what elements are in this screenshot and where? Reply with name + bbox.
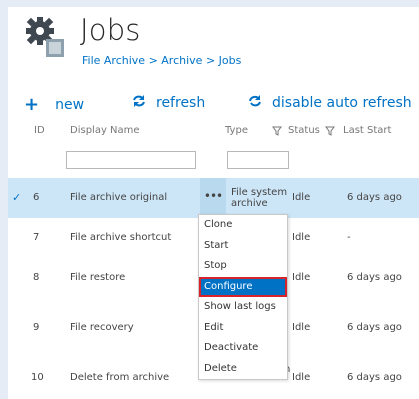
breadcrumb-archive[interactable]: Archive: [161, 54, 202, 67]
pause-refresh-icon: [248, 94, 262, 112]
row-display-name[interactable]: File archive shortcut: [70, 232, 171, 243]
refresh-icon: [132, 94, 146, 112]
menu-item-stop[interactable]: Stop: [199, 256, 287, 277]
menu-item-start[interactable]: Start: [199, 236, 287, 257]
disable-auto-refresh-label: disable auto refresh: [272, 95, 412, 111]
row-display-name[interactable]: Delete from archive: [70, 372, 169, 383]
funnel-icon[interactable]: [325, 126, 335, 136]
display-name-filter-input[interactable]: [66, 151, 196, 169]
table-row[interactable]: ✓ 6 File archive original ••• File syste…: [8, 178, 419, 218]
row-menu-button[interactable]: •••: [200, 178, 226, 218]
type-filter-input[interactable]: [227, 151, 289, 169]
row-display-name[interactable]: File archive original: [70, 192, 167, 203]
menu-item-configure[interactable]: Configure: [199, 276, 287, 297]
row-type: File system archive: [231, 187, 288, 209]
row-display-name[interactable]: File restore: [70, 272, 125, 283]
breadcrumb: File Archive > Archive > Jobs: [82, 54, 241, 67]
page-header: Jobs File Archive > Archive > Jobs: [22, 13, 419, 75]
row-last-start: 6 days ago: [347, 272, 402, 283]
row-status: Idle: [292, 372, 311, 383]
row-display-name[interactable]: File recovery: [70, 322, 134, 333]
plus-icon: +: [24, 94, 40, 115]
column-header-display-name[interactable]: Display Name: [70, 125, 140, 136]
row-status: Idle: [292, 232, 311, 243]
menu-item-show-last-logs[interactable]: Show last logs: [199, 297, 287, 318]
checkmark-icon: ✓: [12, 191, 22, 204]
refresh-button[interactable]: refresh: [132, 94, 205, 112]
disable-auto-refresh-button[interactable]: disable auto refresh: [248, 94, 412, 112]
row-last-start: 6 days ago: [347, 322, 402, 333]
new-label: new: [55, 96, 85, 113]
column-header-last-start[interactable]: Last Start: [343, 125, 391, 136]
toolbar: + new refresh disable auto refresh: [24, 94, 419, 116]
breadcrumb-file-archive[interactable]: File Archive: [82, 54, 145, 67]
breadcrumb-separator: >: [205, 54, 216, 67]
row-status: Idle: [292, 322, 311, 333]
breadcrumb-separator: >: [148, 54, 158, 67]
column-header-type[interactable]: Type: [225, 125, 248, 136]
row-last-start: 6 days ago: [347, 192, 402, 203]
funnel-icon[interactable]: [272, 126, 282, 136]
page-title: Jobs: [80, 13, 141, 47]
jobs-page: Jobs File Archive > Archive > Jobs + new…: [0, 0, 419, 399]
menu-item-edit[interactable]: Edit: [199, 318, 287, 339]
row-status: Idle: [292, 272, 311, 283]
refresh-label: refresh: [156, 95, 206, 111]
row-id: 10: [31, 372, 44, 383]
breadcrumb-jobs: Jobs: [218, 54, 242, 67]
row-id: 8: [33, 272, 40, 283]
row-status: Idle: [292, 192, 311, 203]
column-header-id[interactable]: ID: [34, 125, 45, 136]
row-id: 6: [33, 192, 40, 203]
row-context-menu: Clone Start Stop Configure Show last log…: [198, 214, 288, 380]
gear-icon: [26, 17, 64, 57]
new-button[interactable]: + new: [24, 94, 84, 115]
row-id: 7: [33, 232, 40, 243]
column-header-status[interactable]: Status: [288, 125, 320, 136]
menu-item-deactivate[interactable]: Deactivate: [199, 338, 287, 359]
row-last-start: 6 days ago: [347, 372, 402, 383]
row-last-start: -: [347, 232, 351, 243]
row-id: 9: [33, 322, 40, 333]
menu-item-clone[interactable]: Clone: [199, 215, 287, 236]
menu-item-delete[interactable]: Delete: [199, 359, 287, 380]
